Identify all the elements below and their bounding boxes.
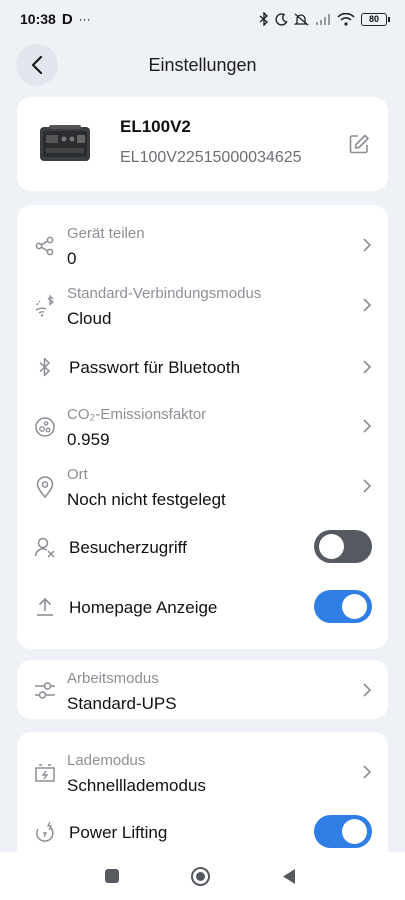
chevron-right-icon [363,238,372,252]
status-time: 10:38 [20,11,56,27]
homepage-display-toggle[interactable] [314,590,372,623]
share-device-row[interactable]: Gerät teilen 0 [17,217,388,273]
back-button[interactable] [16,44,58,86]
power-lifting-icon [34,821,56,843]
co2-factor-row[interactable]: CO₂-Emissionsfaktor 0.959 [17,398,388,454]
battery-charge-icon [34,762,56,784]
signal-icon [316,14,330,25]
app-notification-icon: D [61,10,73,28]
bluetooth-password-label: Passwort für Bluetooth [69,358,241,377]
bluetooth-status-icon [259,12,269,26]
chevron-right-icon [363,360,372,374]
location-pin-icon [34,476,56,498]
bluetooth-icon [34,356,56,378]
toggle-knob [342,819,367,844]
homepage-display-label: Homepage Anzeige [69,598,218,617]
share-label: Gerät teilen [67,225,145,242]
upload-icon [34,596,56,618]
settings-card: Gerät teilen 0 Standard-Verbindungsmodus… [17,205,388,649]
charging-mode-label: Lademodus [67,752,146,769]
bluetooth-wifi-icon [34,295,56,317]
visitor-icon [34,536,56,558]
battery-icon: 80 [361,12,390,26]
system-navigation-bar [0,852,405,900]
page-title: Einstellungen [148,54,257,75]
work-mode-card: Arbeitsmodus Standard-UPS [17,660,388,719]
edit-icon[interactable] [348,133,370,155]
visitor-access-row: Besucherzugriff [17,519,388,575]
do-not-disturb-icon [275,12,288,26]
device-card: EL100V2 EL100V22515000034625 [17,97,388,191]
wifi-icon [337,12,355,26]
location-value: Noch nicht festgelegt [67,490,226,509]
chevron-right-icon [363,419,372,433]
chevron-right-icon [363,683,372,697]
device-serial: EL100V22515000034625 [120,149,302,166]
work-mode-row[interactable]: Arbeitsmodus Standard-UPS [17,662,388,718]
toggle-knob [319,534,344,559]
more-notifications-icon: ··· [78,12,91,26]
visitor-access-label: Besucherzugriff [69,538,187,557]
connection-mode-label: Standard-Verbindungsmodus [67,285,262,302]
share-icon [34,235,56,257]
status-bar: 10:38 D ··· 80 [0,0,405,38]
chevron-right-icon [363,298,372,312]
charging-card: Lademodus Schnelllademodus Power Lifting [17,732,388,862]
work-mode-label: Arbeitsmodus [67,670,159,687]
device-name: EL100V2 [120,117,191,136]
chevron-right-icon [363,765,372,779]
header: Einstellungen [0,42,405,88]
mute-icon [294,13,309,25]
chevron-right-icon [363,479,372,493]
connection-mode-row[interactable]: Standard-Verbindungsmodus Cloud [17,277,388,333]
work-mode-value: Standard-UPS [67,694,177,713]
power-lifting-toggle[interactable] [314,815,372,848]
co2-label: CO₂-Emissionsfaktor [67,406,207,423]
connection-mode-value: Cloud [67,309,112,328]
chevron-left-icon [31,56,43,74]
co2-value: 0.959 [67,430,110,449]
back-nav-button[interactable] [281,868,297,885]
share-value: 0 [67,249,77,268]
toggle-knob [342,594,367,619]
co2-icon [34,416,56,438]
location-row[interactable]: Ort Noch nicht festgelegt [17,458,388,514]
sliders-icon [34,679,56,701]
charging-mode-row[interactable]: Lademodus Schnelllademodus [17,744,388,800]
home-button[interactable] [190,866,211,887]
location-label: Ort [67,466,88,483]
homepage-display-row: Homepage Anzeige [17,579,388,635]
visitor-access-toggle[interactable] [314,530,372,563]
power-station-image [40,125,90,161]
bluetooth-password-row[interactable]: Passwort für Bluetooth [17,339,388,395]
charging-mode-value: Schnelllademodus [67,776,206,795]
power-lifting-label: Power Lifting [69,823,168,842]
recents-button[interactable] [104,868,120,884]
